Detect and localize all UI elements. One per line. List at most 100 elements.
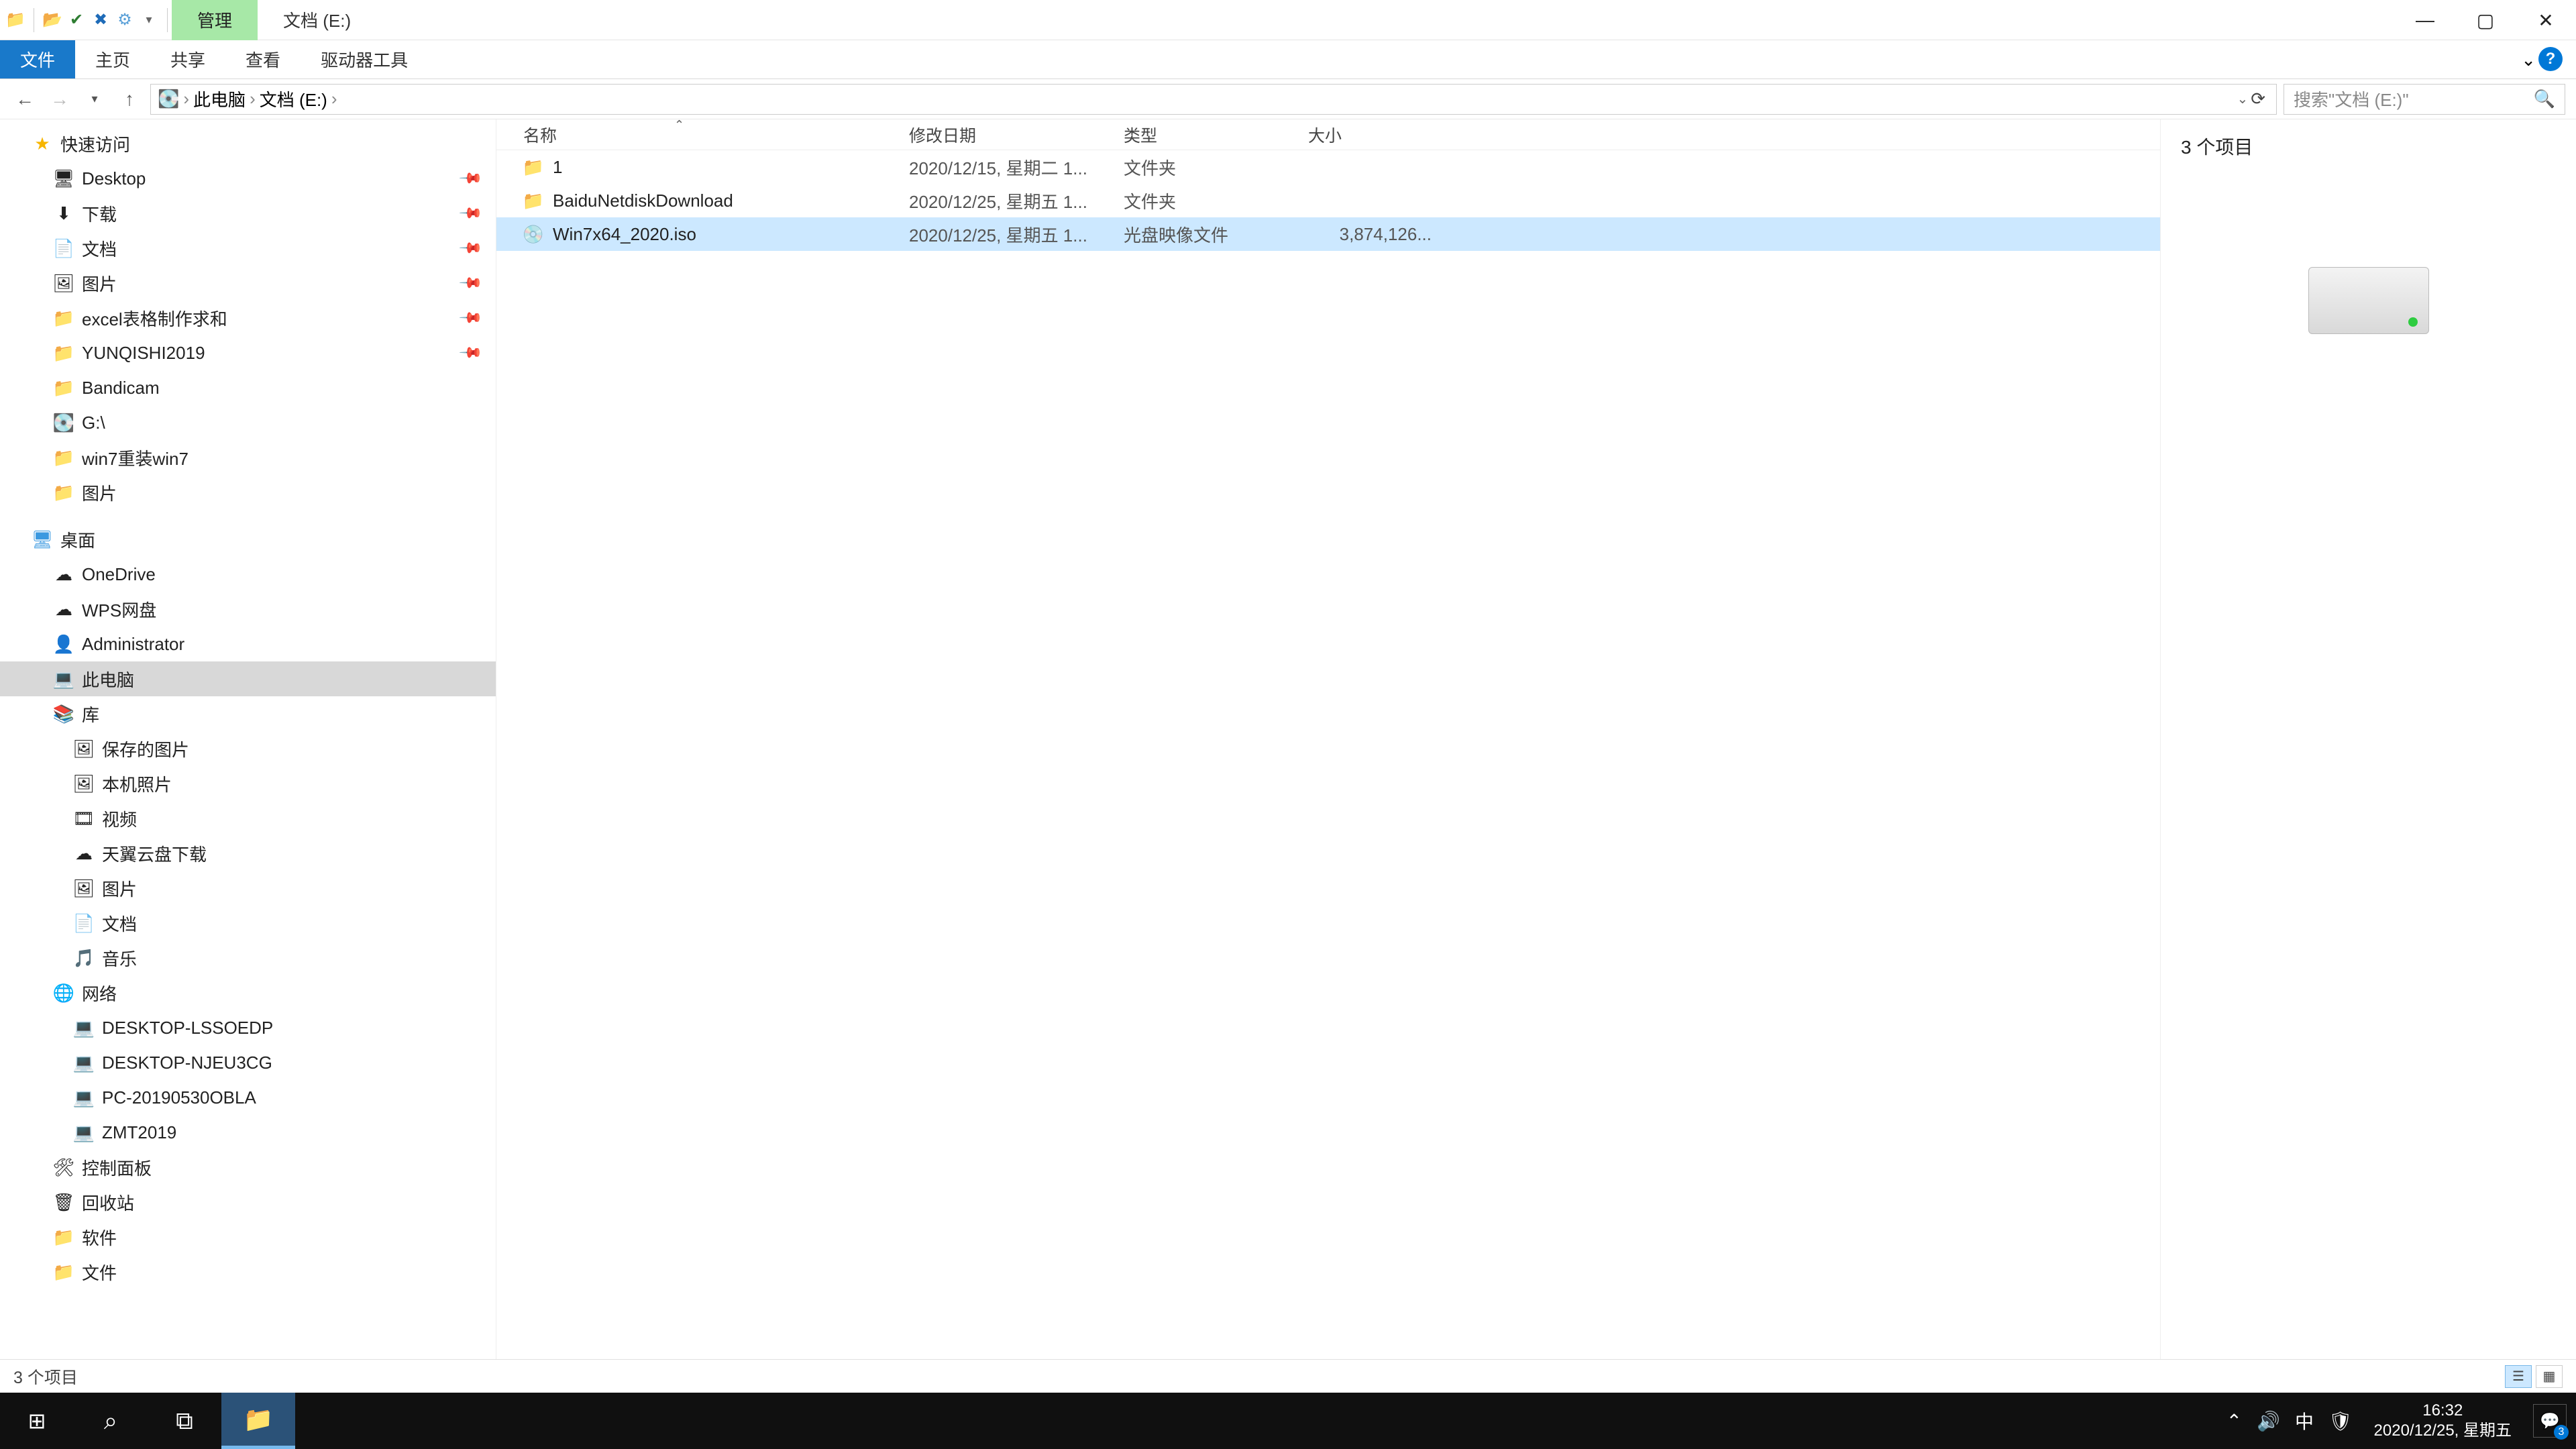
recent-dropdown-icon[interactable]: ▾: [80, 85, 109, 113]
sidebar-desktop-item[interactable]: 💻此电脑: [0, 661, 496, 696]
sidebar-network-item[interactable]: 💻DESKTOP-LSSOEDP: [0, 1010, 496, 1045]
drive-thumbnail: [2308, 267, 2429, 334]
sidebar-library-item[interactable]: 🎵音乐: [0, 941, 496, 975]
volume-icon[interactable]: 🔊: [2257, 1410, 2280, 1432]
help-icon[interactable]: ?: [2538, 47, 2563, 71]
search-button[interactable]: ⌕: [74, 1393, 148, 1449]
ribbon-tab-file[interactable]: 文件: [0, 40, 75, 78]
sidebar-recycle-bin[interactable]: 🗑 回收站: [0, 1185, 496, 1220]
sidebar-quick-item[interactable]: 📁win7重装win7: [0, 440, 496, 475]
ime-indicator[interactable]: 中: [2295, 1407, 2314, 1434]
crumb-sep-icon: ›: [331, 89, 337, 109]
sidebar-quick-item[interactable]: 📁excel表格制作求和📌: [0, 301, 496, 335]
tray-clock[interactable]: 16:32 2020/12/25, 星期五: [2367, 1401, 2518, 1441]
search-input[interactable]: 搜索"文档 (E:)" 🔍: [2284, 84, 2565, 115]
maximize-button[interactable]: ▢: [2455, 0, 2516, 40]
sidebar-quick-item[interactable]: 📁Bandicam: [0, 370, 496, 405]
sidebar-item-label: PC-20190530OBLA: [102, 1087, 256, 1108]
sidebar-quick-item[interactable]: 🖥Desktop📌: [0, 161, 496, 196]
refresh-icon[interactable]: ⟳: [2251, 89, 2265, 109]
qat-close-icon[interactable]: ✖: [91, 10, 111, 30]
breadcrumb-bar[interactable]: 💽 › 此电脑 › 文档 (E:) › ⌄ ⟳: [150, 84, 2277, 115]
action-center-badge: 3: [2554, 1425, 2569, 1440]
file-row[interactable]: 💿Win7x64_2020.iso 2020/12/25, 星期五 1... 光…: [496, 217, 2160, 251]
main-area: ★ 快速访问 🖥Desktop📌⬇下载📌📄文档📌🖼图片📌📁excel表格制作求和…: [0, 119, 2576, 1359]
sidebar-item-label: 天翼云盘下载: [102, 841, 207, 866]
crumb-this-pc[interactable]: 此电脑: [193, 87, 246, 111]
up-button[interactable]: ↑: [115, 85, 144, 113]
action-center-icon[interactable]: 💬3: [2533, 1404, 2567, 1438]
column-header-name[interactable]: 名称: [523, 123, 909, 147]
file-row[interactable]: 📁1 2020/12/15, 星期二 1... 文件夹: [496, 150, 2160, 184]
sidebar-library-item[interactable]: ☁天翼云盘下载: [0, 836, 496, 871]
file-name: BaiduNetdiskDownload: [553, 191, 733, 211]
sidebar-quick-item[interactable]: 📁YUNQISHI2019📌: [0, 335, 496, 370]
qat-dropdown-icon[interactable]: ▾: [139, 10, 159, 30]
tray-chevron-up-icon[interactable]: ⌃: [2226, 1410, 2242, 1432]
sidebar-library-item[interactable]: 📄文档: [0, 906, 496, 941]
sidebar-item-label: WPS网盘: [82, 597, 156, 622]
sidebar-library-item[interactable]: 🖼保存的图片: [0, 731, 496, 766]
sidebar-network-item[interactable]: 💻PC-20190530OBLA: [0, 1080, 496, 1115]
qat-check-icon[interactable]: ✔: [66, 10, 87, 30]
ribbon-tab-home[interactable]: 主页: [75, 40, 150, 78]
address-dropdown-icon[interactable]: ⌄: [2237, 91, 2248, 107]
minimize-button[interactable]: ―: [2395, 0, 2455, 40]
sidebar-network[interactable]: 🌐 网络: [0, 975, 496, 1010]
sidebar-item-label: 本机照片: [102, 771, 172, 796]
sidebar-quick-item[interactable]: 💽G:\: [0, 405, 496, 440]
sidebar-library-item[interactable]: 🖼 本机照片: [0, 766, 496, 801]
ribbon-tab-share[interactable]: 共享: [150, 40, 225, 78]
forward-button[interactable]: →: [46, 85, 74, 113]
drive-icon: 💽: [158, 89, 179, 109]
ribbon-collapse-icon[interactable]: ⌄: [2521, 40, 2536, 79]
column-header-date[interactable]: 修改日期: [909, 123, 1124, 147]
item-icon: 🖼: [74, 773, 94, 794]
sidebar-item-label: 保存的图片: [102, 737, 189, 761]
crumb-drive[interactable]: 文档 (E:): [260, 87, 327, 111]
navigation-pane[interactable]: ★ 快速访问 🖥Desktop📌⬇下载📌📄文档📌🖼图片📌📁excel表格制作求和…: [0, 119, 496, 1359]
file-list: ⌃ 名称 修改日期 类型 大小 📁1 2020/12/15, 星期二 1... …: [496, 119, 2160, 1359]
close-button[interactable]: ✕: [2516, 0, 2576, 40]
back-button[interactable]: ←: [11, 85, 39, 113]
sidebar-library-item[interactable]: 🖼图片: [0, 871, 496, 906]
file-type: 文件夹: [1124, 189, 1308, 213]
ribbon-tabs: 文件 主页 共享 查看 驱动器工具 ⌄ ?: [0, 40, 2576, 79]
search-icon[interactable]: 🔍: [2534, 89, 2555, 109]
sidebar-quick-item[interactable]: 🖼图片📌: [0, 266, 496, 301]
sidebar-quick-item[interactable]: 📄文档📌: [0, 231, 496, 266]
ribbon-tab-view[interactable]: 查看: [225, 40, 301, 78]
sidebar-control-panel[interactable]: 🛠 控制面板: [0, 1150, 496, 1185]
start-button[interactable]: ⊞: [0, 1393, 74, 1449]
crumb-sep-icon: ›: [183, 89, 189, 109]
file-row[interactable]: 📁BaiduNetdiskDownload 2020/12/25, 星期五 1.…: [496, 184, 2160, 217]
item-icon: 📁: [54, 343, 74, 363]
sidebar-software[interactable]: 📁 软件: [0, 1220, 496, 1254]
sidebar-documents[interactable]: 📁 文件: [0, 1254, 496, 1289]
qat-open-icon[interactable]: 📂: [42, 10, 62, 30]
column-headers[interactable]: ⌃ 名称 修改日期 类型 大小: [496, 119, 2160, 150]
ribbon-tab-drive-tools[interactable]: 驱动器工具: [301, 40, 428, 78]
taskbar-file-explorer[interactable]: 📁: [221, 1393, 295, 1449]
task-view-button[interactable]: ⧉: [148, 1393, 221, 1449]
column-header-size[interactable]: 大小: [1308, 123, 1442, 147]
sidebar-desktop-item[interactable]: ☁ WPS网盘: [0, 592, 496, 627]
sidebar-quick-access[interactable]: ★ 快速访问: [0, 126, 496, 161]
sidebar-quick-item[interactable]: ⬇下载📌: [0, 196, 496, 231]
sidebar-quick-item[interactable]: 📁图片: [0, 475, 496, 510]
sidebar-desktop-item[interactable]: ☁OneDrive: [0, 557, 496, 592]
sidebar-network-item[interactable]: 💻DESKTOP-NJEU3CG: [0, 1045, 496, 1080]
security-icon[interactable]: 🛡: [2328, 1410, 2353, 1432]
sidebar-library-item[interactable]: 🎞视频: [0, 801, 496, 836]
sidebar-network-item[interactable]: 💻ZMT2019: [0, 1115, 496, 1150]
contextual-tab-manage[interactable]: 管理: [172, 0, 258, 40]
quick-access-toolbar: 📁 📂 ✔ ✖ ⚙ ▾: [0, 8, 172, 32]
item-icon: ☁: [54, 599, 74, 619]
sidebar-desktop-item[interactable]: 📚库: [0, 696, 496, 731]
view-icons-button[interactable]: ▦: [2536, 1365, 2563, 1388]
qat-settings-icon[interactable]: ⚙: [115, 10, 135, 30]
sidebar-desktop[interactable]: 🖥 桌面: [0, 522, 496, 557]
sidebar-desktop-item[interactable]: 👤Administrator: [0, 627, 496, 661]
view-details-button[interactable]: ☰: [2505, 1365, 2532, 1388]
column-header-type[interactable]: 类型: [1124, 123, 1308, 147]
